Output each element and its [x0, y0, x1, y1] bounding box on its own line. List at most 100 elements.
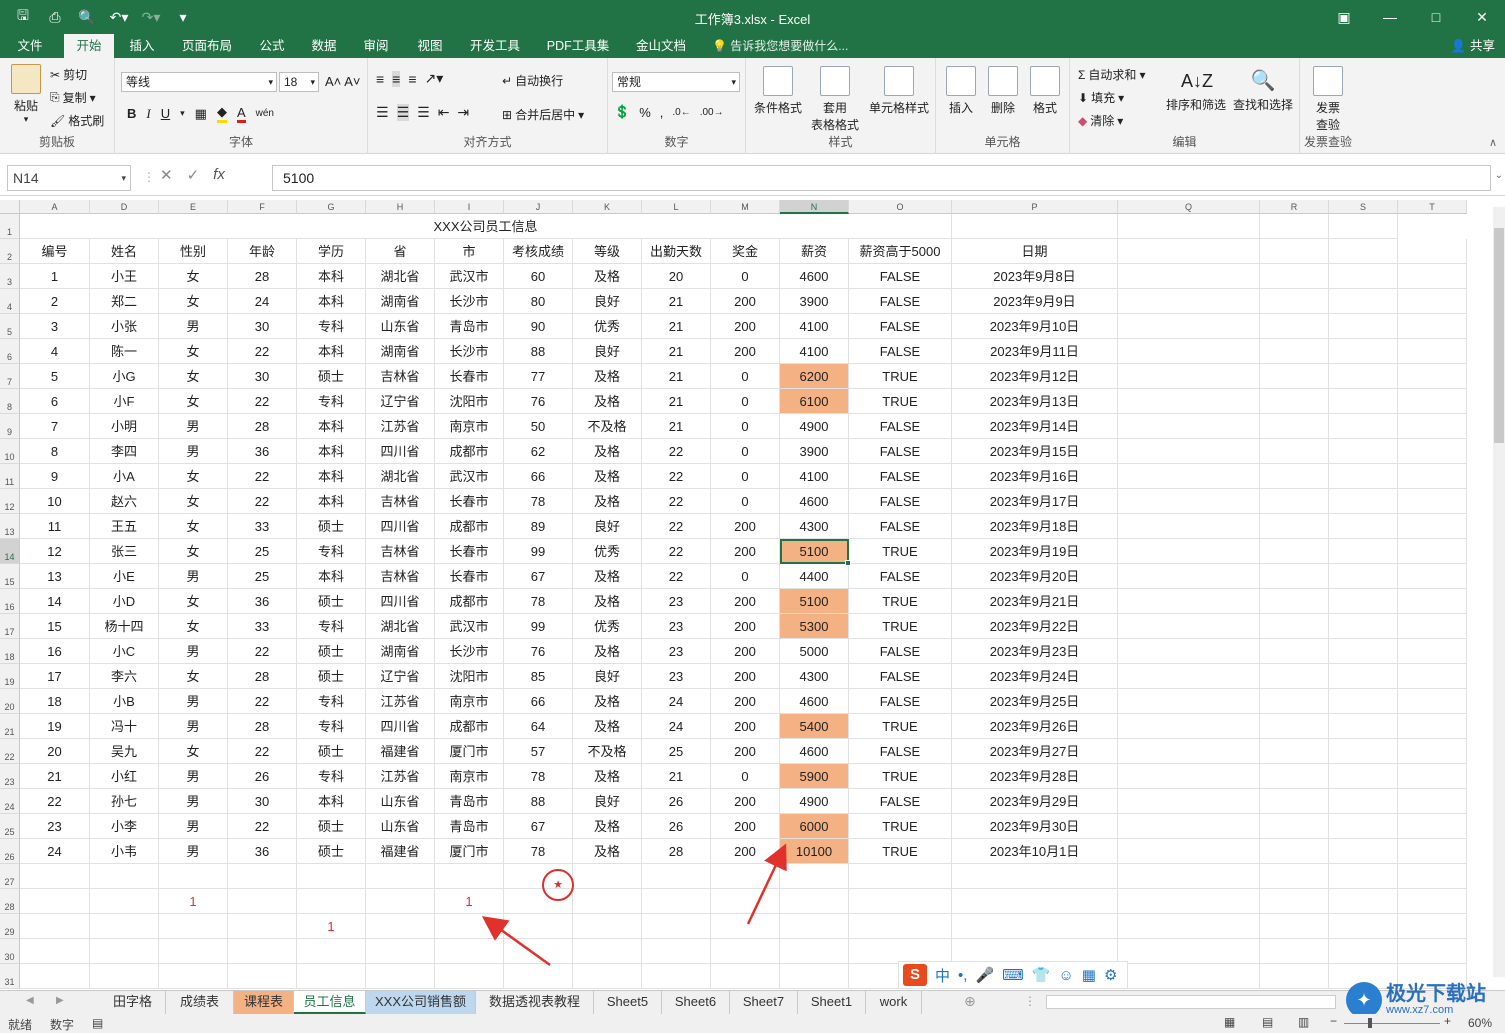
row-header[interactable]: 5 [0, 314, 20, 339]
table-cell[interactable]: 22 [228, 464, 297, 489]
empty-cell[interactable] [780, 964, 849, 989]
empty-cell[interactable] [1118, 289, 1260, 314]
empty-cell[interactable] [1398, 264, 1467, 289]
empty-cell[interactable] [1398, 814, 1467, 839]
table-cell[interactable]: 26 [228, 764, 297, 789]
empty-cell[interactable] [780, 939, 849, 964]
table-cell[interactable]: 杨十四 [90, 614, 159, 639]
table-cell[interactable]: 5 [20, 364, 90, 389]
normal-view-icon[interactable]: ▦ [1224, 1015, 1235, 1029]
table-cell[interactable]: 62 [504, 439, 573, 464]
find-select-button[interactable]: 🔍 查找和选择 [1228, 66, 1298, 113]
comma-icon[interactable]: , [660, 105, 664, 120]
table-cell[interactable]: 男 [159, 814, 228, 839]
column-header[interactable]: M [711, 200, 780, 214]
table-cell[interactable]: 22 [642, 439, 711, 464]
empty-cell[interactable] [1260, 839, 1329, 864]
empty-cell[interactable] [1118, 914, 1260, 939]
table-cell[interactable]: 女 [159, 589, 228, 614]
table-cell[interactable]: 女 [159, 514, 228, 539]
percent-icon[interactable]: % [639, 105, 651, 120]
table-cell[interactable]: 小韦 [90, 839, 159, 864]
table-cell[interactable]: TRUE [849, 839, 952, 864]
table-cell[interactable]: 湖南省 [366, 289, 435, 314]
table-cell[interactable]: 77 [504, 364, 573, 389]
table-cell[interactable]: 30 [228, 314, 297, 339]
table-cell[interactable]: 9 [20, 464, 90, 489]
salary-cell[interactable]: 4900 [780, 414, 849, 439]
table-cell[interactable]: 22 [228, 339, 297, 364]
table-cell[interactable]: 21 [642, 339, 711, 364]
salary-cell[interactable]: 4600 [780, 689, 849, 714]
table-cell[interactable]: 沈阳市 [435, 664, 504, 689]
empty-cell[interactable] [297, 864, 366, 889]
table-cell[interactable]: 2023年9月17日 [952, 489, 1118, 514]
empty-cell[interactable] [1398, 314, 1467, 339]
format-painter-button[interactable]: 🖌 格式刷 [50, 112, 104, 129]
empty-cell[interactable] [952, 914, 1118, 939]
table-cell[interactable]: 山东省 [366, 814, 435, 839]
table-cell[interactable]: 小王 [90, 264, 159, 289]
column-header[interactable]: A [20, 200, 90, 214]
table-cell[interactable]: 本科 [297, 264, 366, 289]
empty-cell[interactable] [1398, 489, 1467, 514]
table-cell[interactable]: 女 [159, 664, 228, 689]
table-cell[interactable]: 成都市 [435, 714, 504, 739]
number-format-select[interactable]: 常规 ▾ [612, 72, 740, 92]
table-cell[interactable]: 0 [711, 414, 780, 439]
table-cell[interactable]: 24 [20, 839, 90, 864]
table-cell[interactable]: 山东省 [366, 789, 435, 814]
sheet-tab[interactable]: 田字格 [100, 991, 166, 1014]
empty-cell[interactable] [1398, 464, 1467, 489]
page-break-view-icon[interactable]: ▥ [1298, 1015, 1309, 1029]
table-cell[interactable]: 江苏省 [366, 414, 435, 439]
row-header[interactable]: 24 [0, 789, 20, 814]
table-cell[interactable]: 20 [20, 739, 90, 764]
empty-cell[interactable] [1260, 739, 1329, 764]
select-all-corner[interactable] [0, 200, 20, 214]
table-cell[interactable]: 小B [90, 689, 159, 714]
zoom-in-icon[interactable]: + [1444, 1014, 1451, 1028]
table-cell[interactable]: 女 [159, 364, 228, 389]
empty-cell[interactable] [642, 889, 711, 914]
table-cell[interactable]: 2023年10月1日 [952, 839, 1118, 864]
empty-cell[interactable] [1329, 839, 1398, 864]
empty-cell[interactable] [90, 964, 159, 989]
table-cell[interactable]: 男 [159, 414, 228, 439]
table-cell[interactable]: 6 [20, 389, 90, 414]
zoom-out-icon[interactable]: − [1330, 1014, 1337, 1028]
table-cell[interactable]: 成都市 [435, 589, 504, 614]
row-header[interactable]: 25 [0, 814, 20, 839]
column-header[interactable]: D [90, 200, 159, 214]
empty-cell[interactable] [952, 889, 1118, 914]
table-cell[interactable]: 小E [90, 564, 159, 589]
column-header[interactable]: P [952, 200, 1118, 214]
table-cell[interactable]: 30 [228, 789, 297, 814]
table-cell[interactable]: 0 [711, 389, 780, 414]
empty-cell[interactable] [366, 914, 435, 939]
insert-cells-button[interactable]: 插入 [940, 66, 982, 116]
salary-cell[interactable]: 4300 [780, 514, 849, 539]
align-right-icon[interactable]: ☰ [417, 104, 430, 121]
table-cell[interactable]: FALSE [849, 414, 952, 439]
empty-cell[interactable] [1329, 714, 1398, 739]
row-header[interactable]: 31 [0, 964, 20, 989]
empty-cell[interactable] [1329, 914, 1398, 939]
table-cell[interactable]: 及格 [573, 364, 642, 389]
empty-cell[interactable] [1260, 589, 1329, 614]
row-header[interactable]: 20 [0, 689, 20, 714]
sheet-tab[interactable]: Sheet5 [594, 991, 662, 1014]
increase-decimal-icon[interactable]: .0← [672, 107, 690, 118]
table-cell[interactable]: 本科 [297, 414, 366, 439]
empty-cell[interactable] [1118, 364, 1260, 389]
empty-cell[interactable] [1260, 814, 1329, 839]
empty-cell[interactable] [1398, 764, 1467, 789]
column-header[interactable]: E [159, 200, 228, 214]
table-cell[interactable]: 1 [20, 264, 90, 289]
table-cell[interactable]: 14 [20, 589, 90, 614]
cancel-icon[interactable]: ✕ [160, 166, 173, 184]
fill-button[interactable]: ⬇ 填充 ▾ [1078, 89, 1124, 106]
table-cell[interactable]: 20 [642, 264, 711, 289]
table-cell[interactable]: 及格 [573, 264, 642, 289]
empty-cell[interactable] [1398, 589, 1467, 614]
